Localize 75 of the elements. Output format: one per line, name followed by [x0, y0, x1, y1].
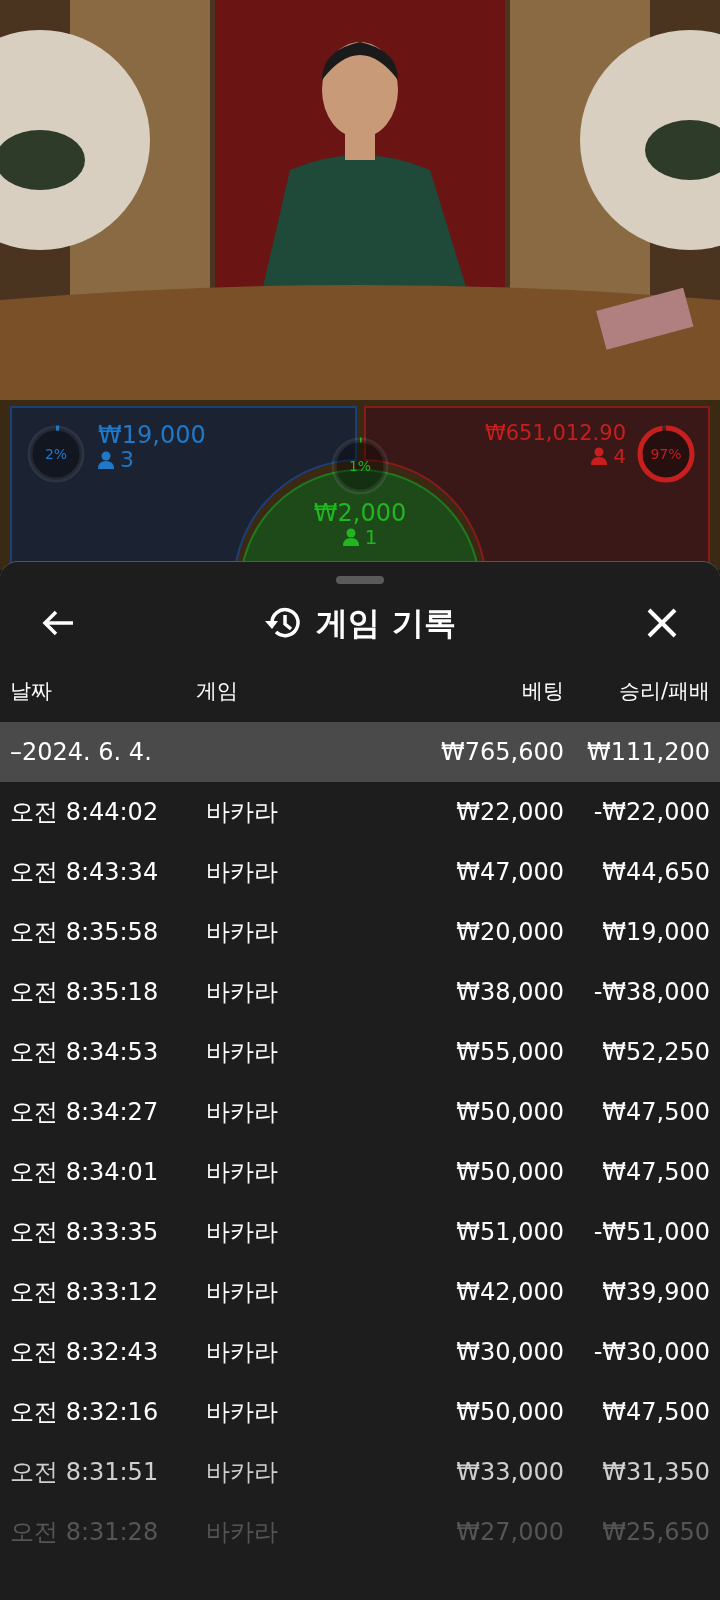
- table-cell-text: ₩47,000: [455, 857, 564, 888]
- table-cell-text: ₩38,000: [455, 977, 564, 1008]
- table-cell-text: 바카라: [205, 1037, 279, 1068]
- table-cell-text: 오전 8:43:34: [10, 857, 160, 888]
- table-cell-text: ₩25,650: [601, 1517, 710, 1548]
- table-cell-text: -₩51,000: [592, 1217, 710, 1248]
- column-header: 승리/패배: [617, 678, 710, 706]
- table-cell-text: 바카라: [205, 1397, 279, 1428]
- table-cell-text: 오전 8:31:51: [10, 1457, 160, 1488]
- table-cell-text: ₩50,000: [455, 1157, 564, 1188]
- table-cell-text: ₩31,350: [601, 1457, 710, 1488]
- person-icon: [98, 451, 114, 470]
- date-group-label: –2024. 6. 4.: [10, 737, 153, 768]
- table-cell-text: 바카라: [205, 1457, 279, 1488]
- table-cell-text: ₩22,000: [455, 797, 564, 828]
- table-cell-text: -₩30,000: [592, 1337, 710, 1368]
- total-bet: ₩765,600: [440, 737, 564, 768]
- table-cell-text: 오전 8:44:02: [10, 797, 160, 828]
- table-cell-text: ₩19,000: [601, 917, 710, 948]
- table-cell-text: ₩20,000: [455, 917, 564, 948]
- table-cell-text: 바카라: [205, 1517, 279, 1548]
- table-cell-text: 오전 8:34:27: [10, 1097, 160, 1128]
- table-cell-text: 바카라: [205, 1217, 279, 1248]
- total-result: ₩111,200: [586, 737, 710, 768]
- table-cell-text: ₩52,250: [601, 1037, 710, 1068]
- person-icon: [591, 447, 608, 466]
- table-cell-text: 오전 8:32:43: [10, 1337, 160, 1368]
- player-count: 4: [613, 445, 626, 468]
- table-cell-text: ₩42,000: [455, 1277, 564, 1308]
- table-cell-text: ₩30,000: [455, 1337, 564, 1368]
- bet-amount: ₩651,012.90: [485, 422, 626, 446]
- table-cell-text: 바카라: [205, 977, 279, 1008]
- person-icon: [342, 528, 359, 547]
- table-cell-text: 오전 8:34:01: [10, 1157, 160, 1188]
- bet-amount: ₩19,000: [98, 422, 206, 449]
- bet-amount: ₩2,000: [313, 500, 407, 527]
- table-cell-text: ₩50,000: [455, 1097, 564, 1128]
- table-cell-text: ₩47,500: [601, 1397, 710, 1428]
- table-cell-text: 바카라: [205, 797, 279, 828]
- table-cell-text: 오전 8:35:18: [10, 977, 160, 1008]
- percent-label: 97%: [650, 447, 682, 461]
- table-cell-text: ₩50,000: [455, 1397, 564, 1428]
- column-header: 베팅: [521, 678, 564, 706]
- table-cell-text: -₩38,000: [592, 977, 710, 1008]
- close-icon: [647, 608, 677, 638]
- table-cell-text: ₩47,500: [601, 1097, 710, 1128]
- table-cell-text: ₩51,000: [455, 1217, 564, 1248]
- table-cell-text: ₩33,000: [455, 1457, 564, 1488]
- table-cell-text: 바카라: [205, 1157, 279, 1188]
- percent-label: 1%: [348, 459, 372, 473]
- drag-handle[interactable]: [336, 576, 384, 584]
- table-cell-text: 바카라: [205, 857, 279, 888]
- back-arrow-icon: [41, 609, 75, 637]
- column-header: 게임: [196, 678, 239, 706]
- table-cell-text: ₩39,900: [601, 1277, 710, 1308]
- player-count: 3: [120, 448, 134, 473]
- table-cell-text: 오전 8:34:53: [10, 1037, 160, 1068]
- table-cell-text: ₩55,000: [455, 1037, 564, 1068]
- table-cell-text: -₩22,000: [592, 797, 710, 828]
- table-cell-text: 바카라: [205, 1337, 279, 1368]
- sheet-title: 게임 기록: [316, 603, 456, 644]
- table-cell-text: 오전 8:33:12: [10, 1277, 160, 1308]
- table-cell-text: 바카라: [205, 1277, 279, 1308]
- player-count: 1: [364, 526, 378, 549]
- table-cell-text: 오전 8:31:28: [10, 1517, 160, 1548]
- table-cell-text: 바카라: [205, 917, 279, 948]
- table-cell-text: 오전 8:32:16: [10, 1397, 160, 1428]
- table-cell-text: ₩27,000: [455, 1517, 564, 1548]
- table-cell-text: ₩44,650: [601, 857, 710, 888]
- table-cell-text: 바카라: [205, 1097, 279, 1128]
- table-cell-text: ₩47,500: [601, 1157, 710, 1188]
- column-header: 날짜: [10, 678, 53, 706]
- table-cell-text: 오전 8:35:58: [10, 917, 160, 948]
- percent-label: 2%: [44, 447, 68, 461]
- table-cell-text: 오전 8:33:35: [10, 1217, 160, 1248]
